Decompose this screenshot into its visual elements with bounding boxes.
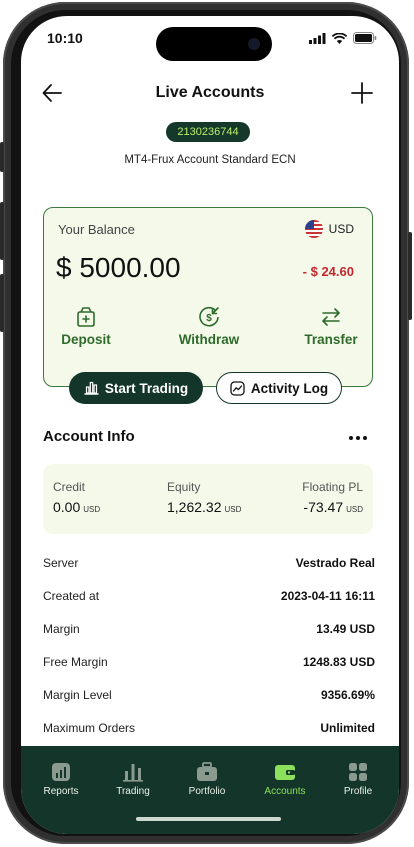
detail-value: Unlimited (320, 721, 375, 735)
status-icons (309, 32, 377, 44)
detail-value: 9356.69% (320, 688, 375, 702)
activity-log-button[interactable]: Activity Log (216, 372, 342, 404)
wifi-icon (332, 32, 347, 44)
credit-stat: Credit 0.00 USD (53, 480, 100, 515)
dynamic-island (156, 27, 272, 61)
power-button (408, 232, 412, 320)
trading-icon (123, 764, 143, 782)
home-indicator[interactable] (136, 817, 281, 821)
currency-selector[interactable]: USD (304, 220, 354, 238)
tab-profile[interactable]: Profile (323, 762, 393, 797)
bottom-tab-bar: Reports Trading Portfolio Accounts Profi… (21, 746, 399, 834)
tab-label: Portfolio (188, 786, 226, 797)
balance-card: Your Balance USD $ 5000.00 - $ 24.60 Dep… (43, 207, 373, 387)
withdraw-button[interactable]: $ Withdraw (164, 306, 254, 347)
start-trading-label: Start Trading (104, 380, 189, 396)
balance-label: Your Balance (58, 222, 135, 237)
account-number-badge: 2130236744 (166, 122, 250, 142)
tab-trading[interactable]: Trading (98, 762, 168, 797)
tab-label: Profile (343, 786, 373, 797)
account-name: MT4-Frux Account Standard ECN (124, 154, 296, 166)
stat-unit: USD (346, 505, 363, 514)
plus-icon (351, 82, 373, 104)
tab-label: Trading (116, 786, 150, 797)
activity-log-label: Activity Log (250, 380, 329, 396)
page-title: Live Accounts (155, 84, 265, 101)
top-nav-bar: Live Accounts (21, 80, 399, 110)
stat-value: -73.47 (303, 499, 344, 515)
stat-label: Equity (167, 480, 201, 494)
balance-change: - $ 24.60 (302, 264, 354, 279)
tab-label: Accounts (264, 786, 306, 797)
stat-label: Floating PL (302, 480, 363, 494)
more-options-button[interactable] (349, 436, 367, 440)
tab-label: Reports (43, 786, 79, 797)
detail-value: 13.49 USD (316, 622, 375, 636)
volume-down-button (0, 274, 4, 332)
app-screen: 10:10 Live Accounts 2130236744 MT4-Frux … (21, 16, 399, 834)
floating-pl-stat: Floating PL -73.47 USD (302, 480, 363, 515)
detail-label: Margin Level (43, 688, 112, 702)
detail-value: Vestrado Real (295, 556, 375, 570)
tab-portfolio[interactable]: Portfolio (172, 762, 242, 797)
detail-row: Margin 13.49 USD (43, 622, 375, 655)
currency-code: USD (328, 222, 354, 236)
detail-row: Created at 2023-04-11 16:11 (43, 589, 375, 622)
detail-row: Margin Level 9356.69% (43, 688, 375, 721)
transfer-icon (322, 308, 340, 326)
deposit-icon (77, 307, 95, 327)
mute-switch (0, 142, 4, 172)
balance-amount: $ 5000.00 (56, 252, 181, 283)
tab-accounts[interactable]: Accounts (250, 762, 320, 797)
detail-value: 2023-04-11 16:11 (280, 589, 375, 603)
accounts-icon (275, 765, 295, 780)
status-time: 10:10 (47, 30, 83, 46)
svg-text:$: $ (206, 313, 212, 324)
deposit-label: Deposit (61, 332, 111, 347)
detail-value: 1248.83 USD (302, 655, 375, 669)
us-flag-icon (304, 220, 323, 238)
account-stats-panel: Credit 0.00 USD Equity 1,262.32 USD Floati… (43, 464, 373, 534)
profile-icon (349, 763, 367, 781)
reports-icon (52, 763, 70, 781)
deposit-button[interactable]: Deposit (41, 306, 131, 347)
portfolio-icon (197, 762, 217, 781)
camera-icon (248, 38, 260, 50)
signal-icon (309, 32, 326, 44)
detail-label: Free Margin (43, 655, 108, 669)
transfer-label: Transfer (304, 332, 358, 347)
withdraw-label: Withdraw (178, 332, 240, 347)
equity-stat: Equity 1,262.32 USD (167, 480, 241, 515)
detail-label: Created at (43, 589, 100, 603)
stat-label: Credit (53, 480, 86, 494)
phone-frame: 10:10 Live Accounts 2130236744 MT4-Frux … (0, 2, 412, 844)
volume-up-button (0, 202, 4, 260)
detail-label: Server (43, 556, 79, 570)
tab-reports[interactable]: Reports (26, 762, 96, 797)
stat-value: 0.00 (53, 499, 81, 515)
bar-chart-icon (84, 381, 99, 395)
start-trading-button[interactable]: Start Trading (69, 372, 203, 404)
stat-unit: USD (83, 505, 101, 514)
account-info-title: Account Info (43, 428, 135, 445)
activity-icon (230, 380, 245, 396)
withdraw-icon: $ (199, 306, 219, 327)
detail-row: Free Margin 1248.83 USD (43, 655, 375, 688)
detail-label: Margin (43, 622, 80, 636)
detail-row: Server Vestrado Real (43, 556, 375, 589)
battery-icon (353, 32, 377, 44)
transfer-button[interactable]: Transfer (286, 306, 376, 347)
account-details-list: Server Vestrado Real Created at 2023-04-… (43, 556, 375, 754)
stat-unit: USD (224, 505, 242, 514)
add-account-button[interactable] (351, 82, 373, 109)
detail-label: Maximum Orders (43, 721, 136, 735)
stat-value: 1,262.32 (167, 499, 222, 515)
balance-actions: Deposit $ Withdraw Transfer (44, 306, 372, 354)
